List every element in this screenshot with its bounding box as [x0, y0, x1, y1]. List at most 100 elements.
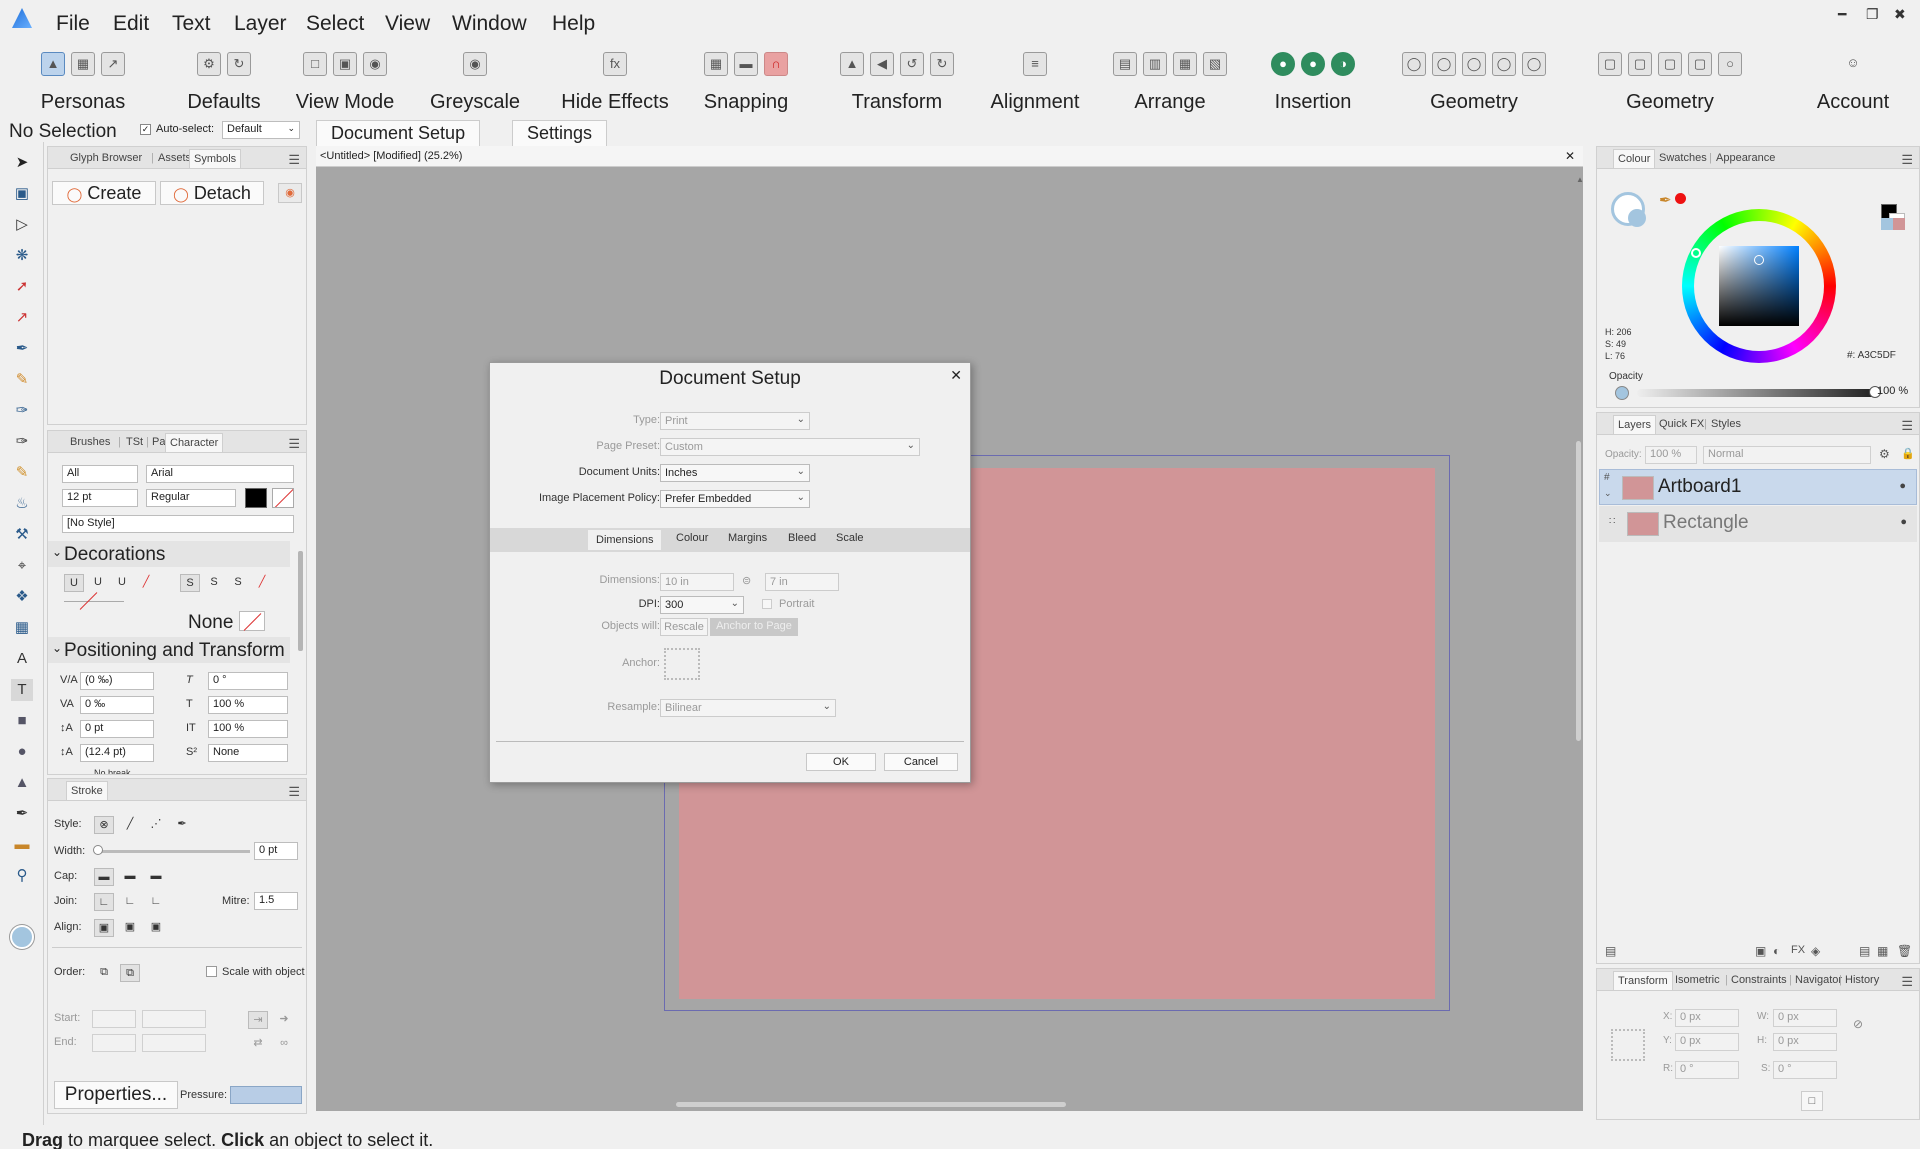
adjustment-icon[interactable]: ◐ [1773, 944, 1780, 958]
move-front-icon[interactable]: ▧ [1203, 52, 1227, 76]
strike-alt-icon[interactable]: S [228, 574, 248, 592]
tab-brushes[interactable]: Brushes [70, 436, 110, 448]
menu-layer[interactable]: Layer [234, 12, 287, 36]
page-preset-dropdown[interactable]: Custom ⌄ [660, 438, 920, 456]
strike-colour-icon[interactable]: ╱ [252, 574, 272, 592]
link-dimensions-icon[interactable]: ⊜ [742, 574, 751, 587]
geometry-op-3-icon[interactable]: ▢ [1658, 52, 1682, 76]
panel-menu-icon[interactable]: ☰ [288, 152, 300, 168]
move-backward-icon[interactable]: ▥ [1143, 52, 1167, 76]
tab-transform[interactable]: Transform [1613, 971, 1673, 990]
personas-group[interactable]: ▲ ▦ ↗ Personas [18, 48, 148, 116]
end-size-dropdown[interactable] [142, 1034, 206, 1052]
alignment-group[interactable]: ≡ Alignment [980, 48, 1090, 116]
w-field[interactable]: 0 px [1773, 1009, 1837, 1027]
texture-stroke-icon[interactable]: ✒ [172, 816, 192, 834]
add-layer-icon[interactable]: ▤ [1859, 944, 1870, 958]
export-persona-icon[interactable]: ↗ [101, 52, 125, 76]
fill-colour-swatch[interactable] [10, 925, 34, 949]
geometry-op-4-icon[interactable]: ▢ [1688, 52, 1712, 76]
anchor-grid[interactable] [664, 648, 700, 680]
triangle-tool-icon[interactable]: ▲ [11, 772, 33, 794]
delete-layer-icon[interactable]: 🗑 [1897, 944, 1912, 958]
document-units-dropdown[interactable]: Inches ⌄ [660, 464, 810, 482]
eyedropper-icon[interactable]: ✒ [11, 803, 33, 825]
settings-button[interactable]: Settings [512, 120, 608, 146]
h-field[interactable]: 0 px [1773, 1033, 1837, 1051]
leading-field[interactable]: (12.4 pt) [80, 744, 154, 762]
panel-menu-icon[interactable]: ☰ [1901, 418, 1913, 434]
tab-scale[interactable]: Scale [836, 532, 864, 544]
move-forward-icon[interactable]: ▦ [1173, 52, 1197, 76]
document-setup-button[interactable]: Document Setup [316, 120, 481, 146]
hex-readout[interactable]: #: A3C5DF [1847, 350, 1896, 361]
width-field[interactable]: 10 in [660, 573, 734, 591]
frame-text-icon[interactable]: A [11, 648, 33, 670]
geometry-group-1[interactable]: ◯ ◯ ◯ ◯ ◯ Geometry [1382, 48, 1566, 116]
greyscale-icon[interactable]: ◉ [463, 52, 487, 76]
pressure-graph[interactable] [230, 1086, 302, 1104]
horizontal-scale-field[interactable]: 100 % [208, 696, 288, 714]
mask-icon[interactable]: ▣ [1755, 944, 1766, 958]
menu-select[interactable]: Select [306, 12, 364, 36]
rotate-left-icon[interactable]: ↺ [900, 52, 924, 76]
double-strike-icon[interactable]: S [204, 574, 224, 592]
blend-mode-dropdown[interactable]: Normal [1703, 446, 1871, 464]
hue-picker-handle[interactable] [1691, 248, 1701, 258]
panel-menu-icon[interactable]: ☰ [288, 784, 300, 800]
tab-isometric[interactable]: Isometric [1675, 974, 1720, 986]
layer-row-artboard1[interactable]: # ⌄ Artboard1 ● [1599, 469, 1917, 505]
sync-symbols-icon[interactable]: ◉ [278, 183, 302, 203]
rescale-button[interactable]: Rescale [660, 618, 708, 636]
subtract-icon[interactable]: ◯ [1432, 52, 1456, 76]
shear-dropdown[interactable]: 0 ° [1773, 1061, 1837, 1079]
opacity-field[interactable]: 100 % [1873, 384, 1915, 402]
hide-effects-group[interactable]: fx Hide Effects [548, 48, 682, 116]
underline-alt-icon[interactable]: U [112, 574, 132, 592]
dialog-close-icon[interactable]: ✕ [950, 367, 962, 384]
place-image-icon[interactable]: ⚒ [11, 524, 33, 546]
tab-styles[interactable]: Styles [1711, 418, 1741, 430]
menu-window[interactable]: Window [452, 12, 527, 36]
rectangle-tool-icon[interactable]: ■ [11, 710, 33, 732]
contour-tool-icon[interactable]: ❋ [11, 245, 33, 267]
menu-edit[interactable]: Edit [113, 12, 149, 36]
insert-behind-icon[interactable]: ● [1271, 52, 1295, 76]
end-arrow-dropdown[interactable] [92, 1034, 136, 1052]
arrow-link-icon[interactable]: ∞ [274, 1035, 294, 1053]
account-group[interactable]: ☺ Account [1804, 48, 1902, 116]
arrange-group[interactable]: ▤ ▥ ▦ ▧ Arrange [1100, 48, 1240, 116]
opacity-slider[interactable] [1637, 389, 1875, 397]
mitre-field[interactable]: 1.5 [254, 892, 298, 910]
align-center-icon[interactable]: ▣ [94, 919, 114, 937]
create-symbol-button[interactable]: ◯ Create [52, 181, 156, 205]
flip-vertical-icon[interactable]: ◀ [870, 52, 894, 76]
positioning-section[interactable]: ⌄ Positioning and Transform [48, 637, 290, 663]
snap-options-icon[interactable]: ▬ [734, 52, 758, 76]
colour-picker-icon[interactable]: ✒ [1659, 191, 1672, 209]
panel-menu-icon[interactable]: ☰ [1901, 974, 1913, 990]
tab-character[interactable]: Character [165, 433, 224, 452]
pink-swatch[interactable] [1893, 218, 1905, 230]
close-document-icon[interactable]: ✕ [1565, 149, 1575, 163]
tab-glyph-browser[interactable]: Glyph Browser [70, 152, 142, 164]
layer-row-rectangle[interactable]: ∷ Rectangle ● [1599, 506, 1917, 542]
transform-anchor-grid[interactable] [1611, 1029, 1645, 1061]
expand-chevron-icon[interactable]: ⌄ [1604, 488, 1612, 499]
shear-field[interactable]: 0 ° [208, 672, 288, 690]
document-tab-title[interactable]: <Untitled> [Modified] (25.2%) [320, 150, 462, 162]
strikethrough-icon[interactable]: S [180, 574, 200, 592]
slice-tool-icon[interactable]: ❖ [11, 586, 33, 608]
round-join-icon[interactable]: ∟ [120, 893, 140, 911]
menu-view[interactable]: View [385, 12, 430, 36]
stroke-behind-icon[interactable]: ⧉ [94, 964, 114, 982]
vertical-scrollbar[interactable]: ▲ [1574, 173, 1584, 1101]
properties-button[interactable]: Properties... [54, 1081, 178, 1109]
crop-tool-icon[interactable]: ⌖ [11, 555, 33, 577]
solid-stroke-icon[interactable]: ╱ [120, 816, 140, 834]
menu-text[interactable]: Text [172, 12, 211, 36]
align-inside-icon[interactable]: ▣ [120, 919, 140, 937]
fill-stroke-selector[interactable] [1611, 192, 1646, 227]
restore-icon[interactable]: ❐ [1866, 6, 1879, 23]
fx-icon[interactable]: FX [1791, 944, 1805, 956]
